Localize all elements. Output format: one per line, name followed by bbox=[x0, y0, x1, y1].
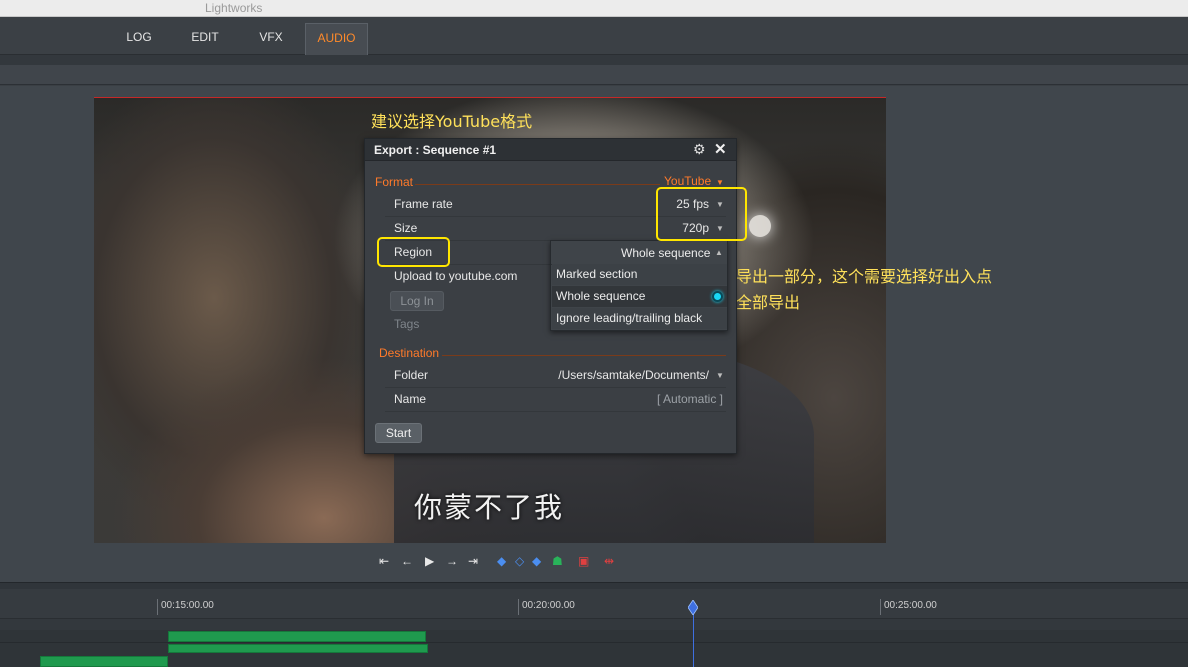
region-option-marked-section[interactable]: Marked section bbox=[552, 264, 727, 285]
close-icon[interactable]: ✕ bbox=[714, 140, 727, 158]
annotation-youtube-format: 建议选择YouTube格式 bbox=[371, 112, 533, 131]
destination-section-label: Destination bbox=[379, 346, 440, 360]
chevron-down-icon[interactable]: ▼ bbox=[716, 371, 724, 380]
tags-label: Tags bbox=[394, 317, 420, 331]
ruler-tick bbox=[518, 599, 519, 615]
toolbar-strip bbox=[0, 55, 1188, 65]
size-label: Size bbox=[394, 221, 418, 235]
playhead-handle-icon[interactable] bbox=[688, 600, 698, 615]
format-section-divider bbox=[415, 184, 660, 185]
mark-in-icon[interactable]: ◆ bbox=[497, 553, 506, 569]
name-value[interactable]: [ Automatic ] bbox=[565, 392, 723, 406]
timeline-clip[interactable] bbox=[40, 656, 168, 667]
timeline-clip[interactable] bbox=[168, 631, 426, 642]
panel-header bbox=[0, 65, 1188, 85]
ruler-tick bbox=[157, 599, 158, 615]
mark-clear-icon[interactable]: ◇ bbox=[515, 553, 524, 569]
name-label: Name bbox=[394, 392, 427, 406]
timecode-label: 00:20:00.00 bbox=[522, 600, 575, 611]
tab-vfx[interactable]: VFX bbox=[247, 23, 295, 55]
timeline-track[interactable] bbox=[0, 655, 1188, 667]
video-frame-light bbox=[749, 215, 771, 237]
window-titlebar: Lightworks bbox=[0, 0, 1188, 17]
destination-section-divider bbox=[442, 355, 726, 356]
annotation-whole-export: 全部导出 bbox=[736, 293, 801, 312]
chevron-up-icon: ▲ bbox=[715, 248, 723, 257]
window-title: Lightworks bbox=[205, 1, 263, 15]
selected-radio-icon bbox=[712, 291, 723, 302]
folder-label: Folder bbox=[394, 368, 429, 382]
step-forward-icon[interactable]: → bbox=[446, 553, 458, 569]
format-value[interactable]: YouTube bbox=[664, 174, 711, 188]
tab-edit[interactable]: EDIT bbox=[181, 23, 229, 55]
timecode-label: 00:25:00.00 bbox=[884, 600, 937, 611]
video-subtitle: 你蒙不了我 bbox=[414, 491, 565, 524]
start-button[interactable]: Start bbox=[375, 423, 422, 443]
highlight-region bbox=[377, 237, 450, 267]
timeline-clip[interactable] bbox=[168, 644, 428, 653]
format-section-label: Format bbox=[375, 175, 414, 189]
ruler-tick bbox=[880, 599, 881, 615]
upload-label: Upload to youtube.com bbox=[394, 269, 518, 283]
highlight-framerate-size bbox=[656, 187, 747, 241]
go-to-end-icon[interactable]: ⇥ bbox=[468, 553, 478, 569]
remove-icon[interactable]: ⇹ bbox=[604, 553, 614, 569]
timecode-label: 00:15:00.00 bbox=[161, 600, 214, 611]
tab-log[interactable]: LOG bbox=[115, 23, 163, 55]
chevron-down-icon[interactable]: ▼ bbox=[716, 178, 724, 187]
folder-value[interactable]: /Users/samtake/Documents/ bbox=[515, 368, 709, 382]
cue-icon[interactable]: ☗ bbox=[552, 553, 563, 569]
step-back-icon[interactable]: ← bbox=[401, 553, 413, 569]
region-dropdown[interactable]: Whole sequence ▲ Marked section Whole se… bbox=[550, 240, 728, 331]
region-option-whole-sequence[interactable]: Whole sequence bbox=[552, 286, 727, 307]
play-icon[interactable]: ▶ bbox=[425, 553, 434, 569]
frame-rate-label: Frame rate bbox=[394, 197, 453, 211]
tab-bar: LOG EDIT VFX AUDIO bbox=[0, 17, 1188, 55]
region-dropdown-header[interactable]: Whole sequence ▲ bbox=[551, 241, 727, 265]
dialog-titlebar[interactable]: Export : Sequence #1 ⚙ ✕ bbox=[365, 139, 736, 161]
go-to-start-icon[interactable]: ⇤ bbox=[379, 553, 389, 569]
region-option-ignore-black[interactable]: Ignore leading/trailing black bbox=[552, 308, 727, 329]
lift-icon[interactable]: ▣ bbox=[578, 553, 589, 569]
gear-icon[interactable]: ⚙ bbox=[693, 141, 706, 158]
region-option-label: Whole sequence bbox=[556, 289, 646, 303]
mark-out-icon[interactable]: ◆ bbox=[532, 553, 541, 569]
dialog-title: Export : Sequence #1 bbox=[374, 143, 497, 157]
timeline-divider bbox=[0, 582, 1188, 589]
tab-audio[interactable]: AUDIO bbox=[305, 23, 368, 55]
login-button[interactable]: Log In bbox=[390, 291, 444, 311]
row-divider bbox=[385, 387, 726, 388]
row-divider bbox=[385, 411, 726, 412]
annotation-marked-section: 导出一部分，这个需要选择好出入点 bbox=[736, 267, 993, 286]
region-value: Whole sequence bbox=[621, 246, 711, 260]
